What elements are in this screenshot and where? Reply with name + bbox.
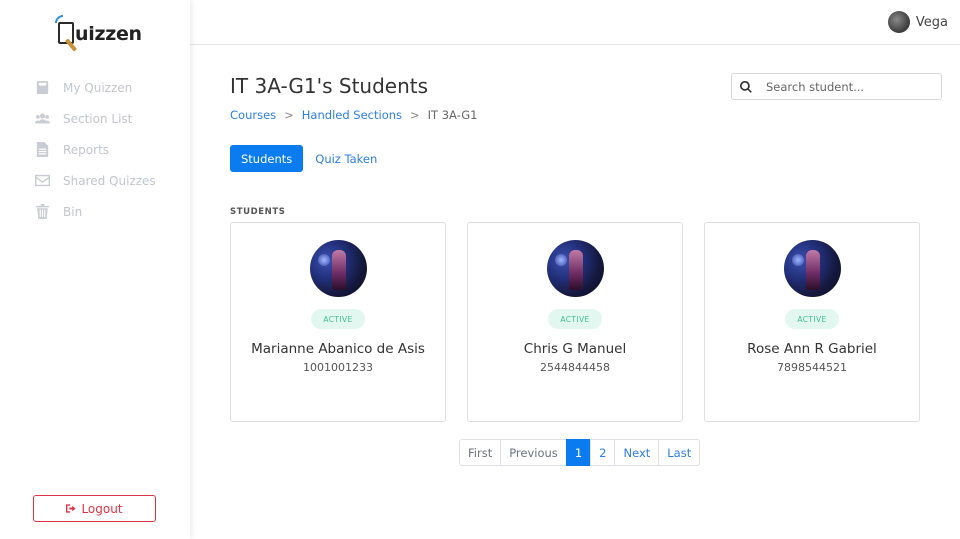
status-badge: ACTIVE (785, 309, 839, 329)
status-badge: ACTIVE (311, 309, 365, 329)
sidebar-item-label: Shared Quizzes (63, 173, 156, 188)
users-icon (34, 111, 50, 127)
trash-icon (34, 204, 50, 220)
student-info: Marianne Abanico de Asis 1001001233 (241, 341, 435, 375)
search-box (731, 73, 942, 100)
page-2-button[interactable]: 2 (590, 439, 616, 466)
status-badge: ACTIVE (548, 309, 602, 329)
user-menu[interactable]: Vega (887, 11, 948, 33)
logo-text: uizzen (75, 23, 142, 45)
sidebar: uizzen My Quizzen Section List Reports S… (0, 0, 190, 539)
page-next-button[interactable]: Next (614, 439, 660, 466)
tab-students[interactable]: Students (230, 145, 304, 172)
page-1-button[interactable]: 1 (565, 439, 592, 466)
file-report-icon (34, 142, 50, 158)
tab-quiz-taken[interactable]: Quiz Taken (315, 152, 377, 166)
sidebar-item-my-quizzen[interactable]: My Quizzen (34, 72, 184, 103)
book-icon (34, 80, 50, 96)
student-avatar (309, 240, 367, 297)
breadcrumb-courses[interactable]: Courses (230, 108, 276, 122)
page-title: IT 3A-G1's Students (230, 74, 429, 98)
student-card[interactable]: ACTIVE Marianne Abanico de Asis 10010012… (230, 222, 446, 422)
sidebar-item-bin[interactable]: Bin (34, 196, 184, 227)
student-id: 2544844458 (540, 361, 610, 374)
user-name: Vega (915, 14, 948, 30)
student-cards: ACTIVE Marianne Abanico de Asis 10010012… (230, 222, 920, 422)
topbar: Vega (190, 0, 960, 45)
student-name: Marianne Abanico de Asis (251, 341, 425, 357)
sidebar-item-label: Bin (63, 204, 83, 219)
student-card[interactable]: ACTIVE Rose Ann R Gabriel 7898544521 (704, 222, 920, 422)
tabs: Students Quiz Taken (230, 145, 377, 172)
student-name: Chris G Manuel (523, 341, 627, 357)
sidebar-item-label: Reports (63, 142, 110, 157)
section-heading: STUDENTS (230, 207, 286, 217)
student-name: Rose Ann R Gabriel (747, 341, 877, 357)
breadcrumb-separator: > (410, 108, 420, 122)
student-id: 7898544521 (777, 361, 847, 374)
search-input[interactable] (766, 79, 936, 94)
envelope-icon (34, 173, 50, 189)
page-first-button[interactable]: First (459, 439, 502, 466)
student-id: 1001001233 (303, 361, 373, 374)
sidebar-item-shared-quizzes[interactable]: Shared Quizzes (34, 165, 184, 196)
page-last-button[interactable]: Last (658, 439, 701, 466)
breadcrumb-handled-sections[interactable]: Handled Sections (302, 108, 402, 122)
sidebar-nav: My Quizzen Section List Reports Shared Q… (34, 72, 184, 227)
student-info: Chris G Manuel 2544844458 (478, 341, 672, 375)
student-avatar (546, 240, 604, 297)
page-previous-button[interactable]: Previous (500, 439, 567, 466)
quizzen-logo[interactable]: uizzen (52, 14, 152, 54)
sidebar-item-label: My Quizzen (63, 80, 133, 95)
logout-label: Logout (81, 501, 123, 516)
logout-button[interactable]: Logout (33, 495, 156, 522)
sidebar-item-section-list[interactable]: Section List (34, 103, 184, 134)
pagination: First Previous 1 2 Next Last (459, 439, 701, 466)
student-avatar (783, 240, 841, 297)
sidebar-item-reports[interactable]: Reports (34, 134, 184, 165)
search-icon (740, 80, 752, 93)
breadcrumb-current: IT 3A-G1 (427, 108, 478, 122)
breadcrumb: Courses > Handled Sections > IT 3A-G1 (230, 108, 477, 122)
sidebar-item-label: Section List (63, 111, 133, 126)
student-info: Rose Ann R Gabriel 7898544521 (715, 341, 909, 375)
breadcrumb-separator: > (284, 108, 294, 122)
sign-out-icon (66, 504, 77, 513)
student-card[interactable]: ACTIVE Chris G Manuel 2544844458 (467, 222, 683, 422)
avatar (887, 11, 910, 33)
